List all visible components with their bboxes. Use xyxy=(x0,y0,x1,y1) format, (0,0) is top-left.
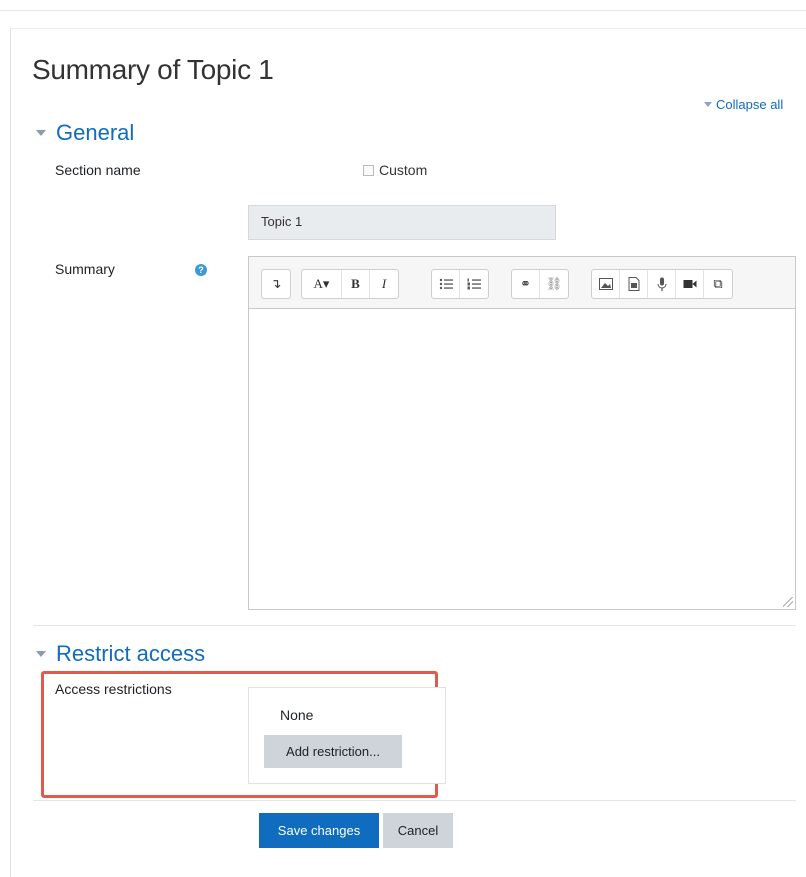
toolbar-group-style: ↴ xyxy=(261,269,291,299)
toolbar-group-media: ⧉ xyxy=(591,269,733,299)
help-icon[interactable]: ? xyxy=(195,264,207,276)
summary-label: Summary xyxy=(55,261,115,277)
toolbar-group-links: ⚭ ⛓ xyxy=(511,269,569,299)
summary-content-area[interactable] xyxy=(249,309,795,609)
save-changes-button[interactable]: Save changes xyxy=(259,813,379,848)
collapse-triangle-icon xyxy=(704,102,712,107)
restrict-legend: Restrict access xyxy=(56,641,206,666)
general-legend: General xyxy=(56,120,135,145)
section-name-label: Section name xyxy=(55,162,141,178)
general-triangle-icon xyxy=(36,130,46,136)
general-section-toggle[interactable]: General xyxy=(36,120,134,146)
editor-toolbar: ↴ A▾ B I ⚭ ⛓ ⧉ xyxy=(249,257,795,309)
top-divider xyxy=(0,10,806,11)
restrict-section-toggle[interactable]: Restrict access xyxy=(36,641,205,667)
section-name-input[interactable]: Topic 1 xyxy=(248,205,556,240)
toolbar-group-lists xyxy=(431,269,489,299)
custom-checkbox-label: Custom xyxy=(379,162,428,178)
unordered-list-icon[interactable] xyxy=(432,270,460,298)
unlink-icon[interactable]: ⛓ xyxy=(540,270,568,298)
summary-editor: ↴ A▾ B I ⚭ ⛓ ⧉ xyxy=(248,256,796,610)
link-icon[interactable]: ⚭ xyxy=(512,270,540,298)
font-dropdown-icon[interactable]: A▾ xyxy=(302,270,342,298)
section-divider xyxy=(33,625,796,626)
restrict-triangle-icon xyxy=(36,651,46,657)
custom-checkbox-group[interactable]: Custom xyxy=(363,162,427,178)
video-camera-icon[interactable] xyxy=(676,270,704,298)
bold-icon[interactable]: B xyxy=(342,270,370,298)
footer-divider xyxy=(33,800,796,801)
image-icon[interactable] xyxy=(592,270,620,298)
collapse-all-link[interactable]: Collapse all xyxy=(704,97,783,112)
access-restrictions-label: Access restrictions xyxy=(55,681,172,697)
cancel-button[interactable]: Cancel xyxy=(383,813,453,848)
custom-checkbox[interactable] xyxy=(363,164,374,176)
italic-icon[interactable]: I xyxy=(370,270,398,298)
media-icon[interactable] xyxy=(620,270,648,298)
microphone-icon[interactable] xyxy=(648,270,676,298)
resize-handle-icon[interactable] xyxy=(783,597,793,607)
ordered-list-icon[interactable] xyxy=(460,270,488,298)
page-title: Summary of Topic 1 xyxy=(32,54,274,85)
collapse-all-label: Collapse all xyxy=(716,97,784,112)
add-restriction-button[interactable]: Add restriction... xyxy=(264,735,402,768)
restrictions-none-text: None xyxy=(280,707,314,723)
paragraph-icon[interactable]: ↴ xyxy=(262,270,290,298)
manage-files-icon[interactable]: ⧉ xyxy=(704,270,732,298)
toolbar-group-font: A▾ B I xyxy=(301,269,399,299)
